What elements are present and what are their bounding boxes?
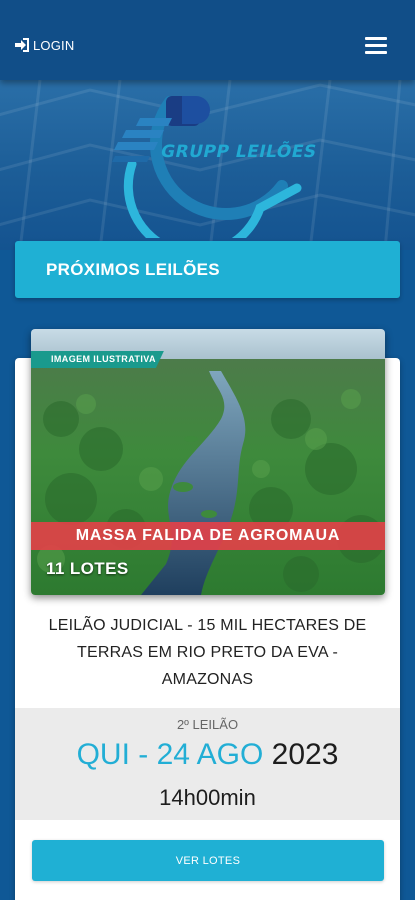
login-label: LOGIN	[33, 37, 75, 53]
auction-date-block: 2º LEILÃO QUI - 24 AGO 2023 14h00min	[15, 708, 400, 820]
auction-photo[interactable]: IMAGEM ILUSTRATIVA MASSA FALIDA DE AGROM…	[31, 329, 385, 595]
hero-banner: GRUPP LEILÕES	[0, 80, 415, 250]
logo-text: GRUPP LEILÕES	[158, 142, 319, 162]
river-landscape-image	[31, 329, 385, 595]
section-header: PRÓXIMOS LEILÕES	[15, 241, 400, 298]
view-lots-button[interactable]: VER LOTES	[32, 840, 384, 881]
sign-in-icon	[15, 38, 29, 52]
grupp-leiloes-logo	[112, 96, 302, 238]
section-title: PRÓXIMOS LEILÕES	[46, 259, 220, 279]
auction-time: 14h00min	[159, 785, 256, 810]
auction-round: 2º LEILÃO	[176, 717, 239, 732]
hamburger-menu-icon[interactable]	[363, 34, 389, 56]
top-bar: LOGIN	[0, 0, 415, 80]
login-link[interactable]: LOGIN	[14, 36, 74, 54]
auction-date-year: 2023	[271, 738, 339, 771]
auction-date: QUI - 24 AGO 2023	[15, 738, 400, 772]
auction-title[interactable]: LEILÃO JUDICIAL - 15 MIL HECTARES DE TER…	[40, 612, 375, 693]
illustrative-image-tag: IMAGEM ILUSTRATIVA	[31, 351, 164, 368]
auction-date-day: QUI - 24 AGO	[76, 738, 264, 771]
auction-banner: MASSA FALIDA DE AGROMAUA	[31, 522, 385, 550]
lots-count: 11 LOTES	[46, 559, 129, 578]
